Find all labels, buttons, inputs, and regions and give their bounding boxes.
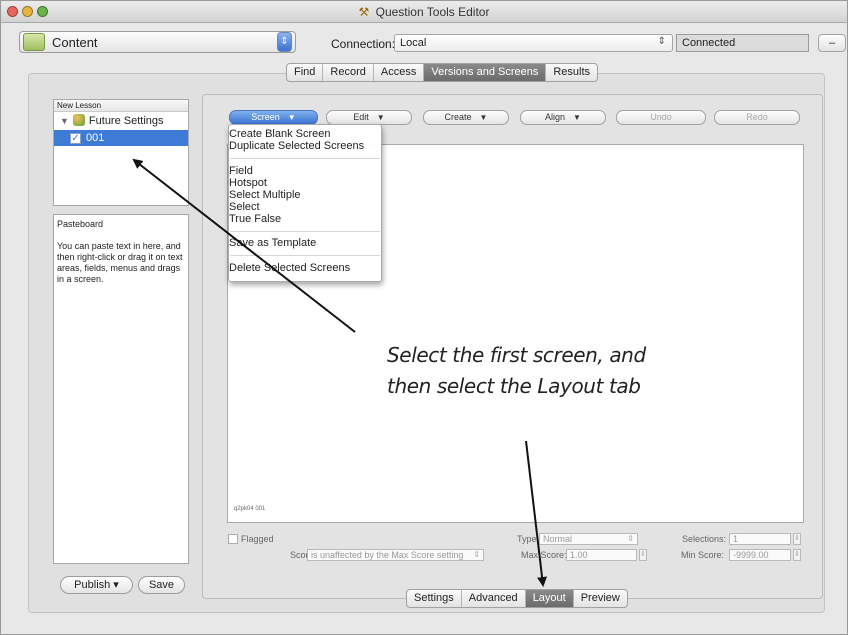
window-title: ⚒ Question Tools Editor bbox=[1, 5, 847, 19]
tab-record[interactable]: Record bbox=[323, 64, 374, 81]
flagged-label: Flagged bbox=[241, 534, 274, 544]
menu-item-delete-selected-screens[interactable]: Delete Selected Screens bbox=[229, 262, 379, 275]
triangle-down-icon: ▼ bbox=[479, 113, 488, 122]
menu-item-label: Save as Template bbox=[229, 237, 317, 249]
score-value: is unaffected by the Max Score setting bbox=[311, 550, 464, 560]
triangle-down-icon: ▼ bbox=[573, 113, 581, 122]
connection-select[interactable]: Local ⇕ bbox=[394, 34, 673, 52]
screen-menu-label: Screen bbox=[251, 112, 280, 122]
tab-settings[interactable]: Settings bbox=[407, 590, 462, 607]
undo-button[interactable]: Undo bbox=[616, 110, 706, 125]
tab-versions-and-screens[interactable]: Versions and Screens bbox=[424, 64, 547, 81]
selections-stepper-icon[interactable]: ⇕ bbox=[793, 533, 801, 545]
connection-status: Connected bbox=[676, 34, 809, 52]
annotation-line-1: Select the first screen, and bbox=[387, 343, 646, 367]
min-score-value: -9999.00 bbox=[733, 550, 769, 560]
content-stepper-icon[interactable]: ⇕ bbox=[277, 32, 292, 52]
selections-field[interactable]: 1 bbox=[729, 533, 791, 545]
top-tab-bar: Find Record Access Versions and Screens … bbox=[286, 63, 599, 82]
max-score-label: Max Score: bbox=[521, 550, 567, 560]
tab-access[interactable]: Access bbox=[374, 64, 425, 81]
menu-separator bbox=[230, 158, 380, 159]
redo-button[interactable]: Redo bbox=[714, 110, 800, 125]
content-label: Content bbox=[52, 35, 98, 50]
window-title-text: Question Tools Editor bbox=[375, 5, 490, 19]
max-score-value: 1.00 bbox=[570, 550, 588, 560]
edit-menu-label: Edit bbox=[353, 112, 369, 122]
tree-folder-label: Future Settings bbox=[88, 115, 164, 127]
content-selector[interactable]: Content bbox=[19, 31, 296, 53]
tab-results[interactable]: Results bbox=[546, 64, 597, 81]
align-menu-button[interactable]: Align ▼ bbox=[520, 110, 606, 125]
screen-id-label: q2pk04 001 bbox=[234, 506, 266, 512]
selections-value: 1 bbox=[733, 534, 739, 544]
menu-item-duplicate-selected-screens[interactable]: Duplicate Selected Screens bbox=[229, 140, 379, 153]
menu-item-label: Select bbox=[229, 201, 260, 213]
menu-item-label: Create Blank Screen bbox=[229, 128, 331, 140]
max-score-field[interactable]: 1.00 bbox=[566, 549, 637, 561]
menu-item-label: Hotspot bbox=[229, 177, 267, 189]
menu-item-save-as-template[interactable]: Save as Template bbox=[229, 237, 379, 250]
lesson-tree-header: New Lesson bbox=[54, 100, 188, 112]
min-score-stepper-icon[interactable]: ⇕ bbox=[793, 549, 801, 561]
flagged-checkbox[interactable] bbox=[228, 534, 238, 544]
create-menu-button[interactable]: Create ▼ bbox=[423, 110, 509, 125]
save-button[interactable]: Save bbox=[138, 576, 185, 594]
min-score-field[interactable]: -9999.00 bbox=[729, 549, 791, 561]
minus-button[interactable]: – bbox=[818, 34, 846, 52]
checkbox-icon[interactable]: ✓ bbox=[70, 133, 81, 144]
tree-item-001[interactable]: ✓ 001 bbox=[54, 130, 188, 146]
pasteboard[interactable]: Pasteboard You can paste text in here, a… bbox=[53, 214, 189, 564]
menu-item-label: Select Multiple bbox=[229, 189, 301, 201]
type-label: Type: bbox=[517, 534, 540, 544]
triangle-down-icon: ▼ bbox=[287, 113, 296, 122]
content-folder-icon bbox=[23, 33, 45, 51]
title-bar: ⚒ Question Tools Editor bbox=[1, 1, 847, 23]
menu-separator bbox=[230, 231, 380, 232]
publish-button[interactable]: Publish ▾ bbox=[60, 576, 133, 594]
folder-icon bbox=[72, 114, 85, 126]
tab-preview[interactable]: Preview bbox=[574, 590, 627, 607]
connection-label: Connection: bbox=[331, 37, 396, 51]
chevron-updown-icon: ⇕ bbox=[473, 550, 480, 559]
menu-item-label: Duplicate Selected Screens bbox=[229, 140, 365, 152]
annotation-text: Select the first screen, and then select… bbox=[387, 340, 646, 402]
connection-value: Local bbox=[400, 37, 427, 49]
score-select[interactable]: is unaffected by the Max Score setting ⇕ bbox=[307, 549, 484, 561]
pasteboard-text: You can paste text in here, and then rig… bbox=[57, 241, 183, 284]
tools-icon: ⚒ bbox=[358, 5, 370, 19]
bottom-tab-bar: Settings Advanced Layout Preview bbox=[406, 589, 628, 608]
selections-label: Selections: bbox=[682, 534, 727, 544]
tree-folder-row[interactable]: ▼ Future Settings bbox=[54, 112, 188, 128]
chevron-updown-icon: ⇕ bbox=[657, 36, 666, 47]
align-menu-label: Align bbox=[545, 112, 566, 122]
disclosure-triangle-icon[interactable]: ▼ bbox=[60, 116, 69, 126]
lesson-tree: New Lesson ▼ Future Settings ✓ 001 bbox=[53, 99, 189, 206]
tab-find[interactable]: Find bbox=[287, 64, 324, 81]
menu-separator bbox=[230, 255, 380, 256]
menu-item-label: Field bbox=[229, 165, 253, 177]
triangle-down-icon: ▼ bbox=[376, 113, 385, 122]
create-menu-label: Create bbox=[444, 112, 472, 122]
screen-menu-button[interactable]: Screen ▼ bbox=[229, 110, 318, 125]
type-value: Normal bbox=[543, 534, 573, 544]
max-score-stepper-icon[interactable]: ⇕ bbox=[639, 549, 647, 561]
connection-status-text: Connected bbox=[682, 37, 736, 49]
tree-item-label: 001 bbox=[86, 132, 105, 144]
type-select[interactable]: Normal ⇕ bbox=[539, 533, 638, 545]
pasteboard-title: Pasteboard bbox=[57, 219, 104, 229]
menu-item-label: True False bbox=[229, 213, 282, 225]
edit-menu-button[interactable]: Edit ▼ bbox=[326, 110, 412, 125]
tab-advanced[interactable]: Advanced bbox=[462, 590, 526, 607]
min-score-label: Min Score: bbox=[681, 550, 725, 560]
chevron-updown-icon: ⇕ bbox=[627, 534, 634, 543]
screen-dropdown-menu: Create Blank Screen Duplicate Selected S… bbox=[228, 124, 382, 282]
annotation-line-2: then select the Layout tab bbox=[387, 374, 641, 398]
menu-item-true-false[interactable]: True False bbox=[229, 213, 379, 226]
tab-layout[interactable]: Layout bbox=[525, 590, 574, 607]
app-window: ⚒ Question Tools Editor Content ⇕ Connec… bbox=[0, 0, 848, 635]
menu-item-label: Delete Selected Screens bbox=[229, 262, 351, 274]
